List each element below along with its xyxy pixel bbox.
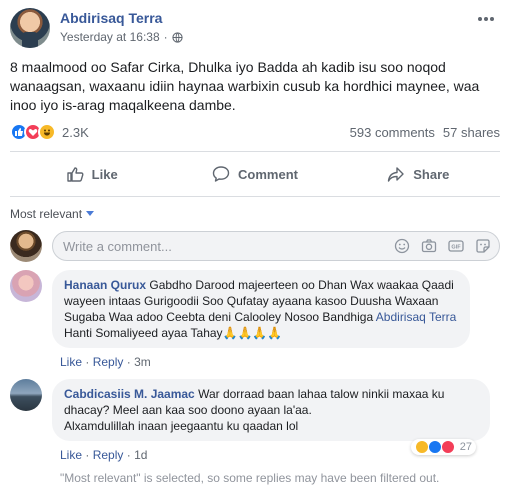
shares-count[interactable]: 57 shares <box>443 125 500 140</box>
comments-count[interactable]: 593 comments <box>350 125 435 140</box>
comment-reply-link[interactable]: Reply <box>93 355 124 369</box>
camera-icon[interactable] <box>421 238 437 254</box>
comment-sort-dropdown[interactable]: Most relevant <box>10 207 95 221</box>
commenter-avatar[interactable] <box>10 270 42 302</box>
comment-like-link[interactable]: Like <box>60 355 82 369</box>
divider <box>10 151 500 152</box>
share-arrow-icon <box>388 167 404 182</box>
reactions-summary: 2.3K 593 comments 57 shares <box>10 121 500 143</box>
post-actions: Like Comment Share <box>10 156 500 192</box>
separator-dot: · <box>163 30 168 44</box>
author-name[interactable]: Abdirisaq Terra <box>60 10 162 26</box>
comment-bubble-icon <box>212 166 230 182</box>
comment-reactions[interactable]: 27 <box>410 439 476 455</box>
gif-icon[interactable]: GIF <box>448 238 464 254</box>
love-reaction-icon <box>440 440 455 454</box>
meta-dot: · <box>126 448 131 462</box>
comment-composer: GIF <box>10 230 500 262</box>
composer-tools: GIF <box>394 238 499 254</box>
like-label: Like <box>91 166 118 182</box>
thumbs-up-icon <box>66 167 84 182</box>
share-button[interactable]: Share <box>337 156 500 192</box>
post-header: Abdirisaq Terra Yesterday at 16:38 · <box>10 8 500 50</box>
current-user-avatar[interactable] <box>10 230 42 262</box>
author-avatar[interactable] <box>10 8 50 48</box>
meta-dot: · <box>126 355 131 369</box>
post-text: 8 maalmood oo Safar Cirka, Dhulka iyo Ba… <box>10 59 480 113</box>
haha-reaction-icon <box>414 440 429 454</box>
svg-text:GIF: GIF <box>451 245 461 251</box>
like-reaction-icon <box>427 440 442 454</box>
comment-input-box[interactable]: GIF <box>52 231 500 261</box>
comment-input[interactable] <box>63 238 363 254</box>
comment-mention[interactable]: Abdirisaq Terra <box>376 310 456 324</box>
comment-reply-link[interactable]: Reply <box>93 448 124 462</box>
sticker-icon[interactable] <box>475 238 491 254</box>
commenter-name[interactable]: Cabdicasiis M. Jaamac <box>64 387 195 401</box>
emoji-icon[interactable] <box>394 238 410 254</box>
caret-down-icon <box>86 211 95 216</box>
sort-label: Most relevant <box>10 207 83 221</box>
meta-dot: · <box>85 448 90 462</box>
reaction-count[interactable]: 2.3K <box>62 125 89 140</box>
comment-time[interactable]: 3m <box>134 355 151 369</box>
comment-reaction-count: 27 <box>459 441 472 453</box>
comment-button[interactable]: Comment <box>173 156 336 192</box>
praying-hands-emoji: 🙏🙏🙏🙏 <box>222 326 283 340</box>
comment-like-link[interactable]: Like <box>60 448 82 462</box>
comment-meta: Like · Reply · 3m <box>60 355 151 369</box>
comment-text-continued: Hanti Somaliyeed ayaa Tahay <box>64 326 223 340</box>
more-options-icon[interactable] <box>476 12 496 26</box>
commenter-avatar[interactable] <box>10 379 42 411</box>
comment-item: Cabdicasiis M. Jaamac War dorraad baan l… <box>10 379 500 464</box>
engagement-counts: 593 comments 57 shares <box>350 125 500 140</box>
post-timestamp[interactable]: Yesterday at 16:38 <box>60 30 160 44</box>
comment-bubble: Cabdicasiis M. Jaamac War dorraad baan l… <box>52 379 490 441</box>
comment-item: Hanaan Qurux Gabdho Darood majeerteen oo… <box>10 270 500 370</box>
haha-reaction-icon <box>38 123 56 141</box>
like-button[interactable]: Like <box>10 156 173 192</box>
divider <box>10 196 500 197</box>
comment-meta: Like · Reply · 1d <box>60 448 147 462</box>
comment-time[interactable]: 1d <box>134 448 147 462</box>
share-label: Share <box>413 166 450 182</box>
commenter-name[interactable]: Hanaan Qurux <box>64 278 146 292</box>
post-timestamp-row: Yesterday at 16:38 · <box>60 30 183 44</box>
comment-text-line2: Alxamdulillah inaan jeegaantu ku qaadan … <box>64 419 299 433</box>
filtered-replies-note: "Most relevant" is selected, so some rep… <box>60 471 440 485</box>
globe-icon <box>172 31 183 43</box>
meta-dot: · <box>85 355 90 369</box>
comment-label: Comment <box>238 166 298 182</box>
comment-bubble: Hanaan Qurux Gabdho Darood majeerteen oo… <box>52 270 470 348</box>
reaction-icons[interactable] <box>10 123 56 141</box>
